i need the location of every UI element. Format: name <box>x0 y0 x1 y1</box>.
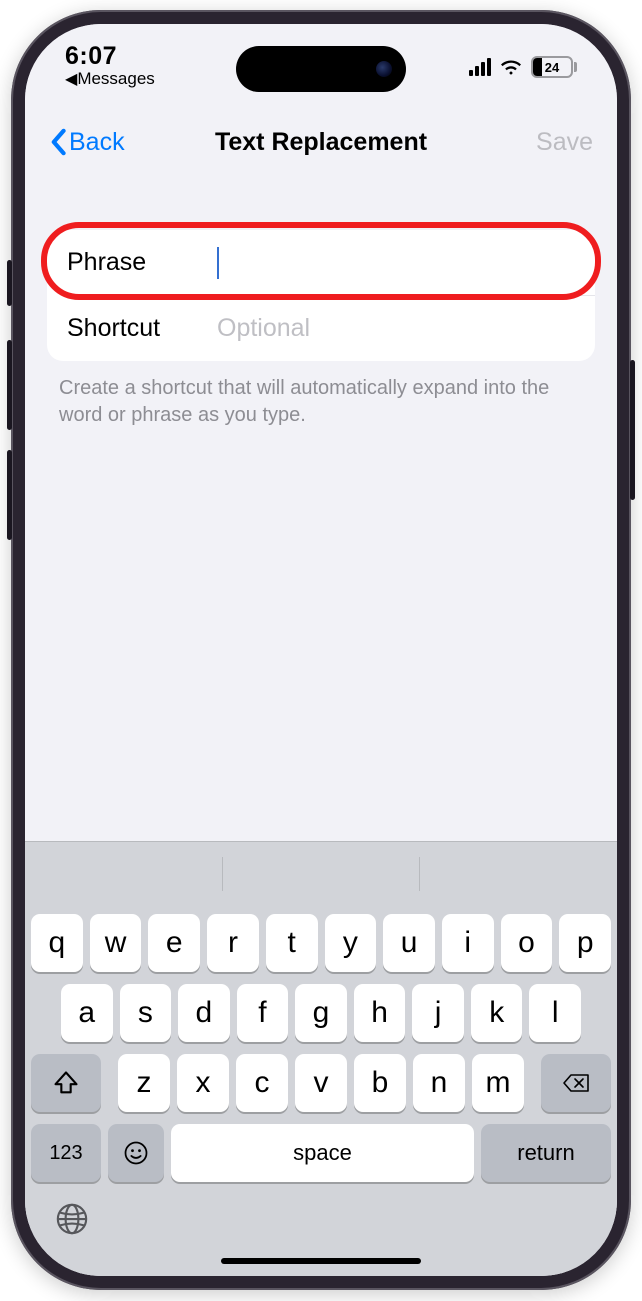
globe-key[interactable] <box>55 1202 89 1236</box>
shortcut-input[interactable] <box>217 314 575 343</box>
volume-down-button <box>7 450 12 540</box>
bottom-dock <box>25 1196 617 1276</box>
chevron-left-icon: ◀︎ <box>65 69 77 89</box>
key-l[interactable]: l <box>529 984 581 1042</box>
battery-icon: 24 <box>531 56 577 78</box>
cellular-icon <box>469 58 491 76</box>
key-j[interactable]: j <box>412 984 464 1042</box>
backspace-icon <box>562 1069 590 1097</box>
back-to-app[interactable]: ◀︎ Messages <box>65 69 155 89</box>
text-cursor <box>217 247 219 279</box>
form-card: Phrase Shortcut <box>47 230 595 361</box>
phrase-input[interactable] <box>217 248 575 277</box>
side-button <box>7 260 12 306</box>
shift-key[interactable] <box>31 1054 101 1112</box>
back-button[interactable]: Back <box>49 128 125 157</box>
wifi-icon <box>499 58 523 76</box>
emoji-icon <box>122 1139 150 1167</box>
key-q[interactable]: q <box>31 914 83 972</box>
key-s[interactable]: s <box>120 984 172 1042</box>
key-f[interactable]: f <box>237 984 289 1042</box>
key-r[interactable]: r <box>207 914 259 972</box>
key-k[interactable]: k <box>471 984 523 1042</box>
key-e[interactable]: e <box>148 914 200 972</box>
backspace-key[interactable] <box>541 1054 611 1112</box>
volume-up-button <box>7 340 12 430</box>
emoji-key[interactable] <box>108 1124 164 1182</box>
globe-icon <box>55 1202 89 1236</box>
page-title: Text Replacement <box>215 128 427 157</box>
key-n[interactable]: n <box>413 1054 465 1112</box>
content-area: Phrase Shortcut Create a shortcut that w… <box>25 170 617 841</box>
key-w[interactable]: w <box>90 914 142 972</box>
chevron-left-icon <box>49 128 67 156</box>
key-b[interactable]: b <box>354 1054 406 1112</box>
numbers-key[interactable]: 123 <box>31 1124 101 1182</box>
key-d[interactable]: d <box>178 984 230 1042</box>
battery-percent: 24 <box>533 58 571 76</box>
keyboard: qwertyuiop asdfghjkl zxcvbnm 123 <box>25 841 617 1276</box>
back-to-app-label: Messages <box>77 69 154 89</box>
space-key[interactable]: space <box>171 1124 474 1182</box>
shortcut-row[interactable]: Shortcut <box>47 296 595 361</box>
suggestion-bar[interactable] <box>25 842 617 906</box>
return-key[interactable]: return <box>481 1124 611 1182</box>
dynamic-island <box>236 46 406 92</box>
key-h[interactable]: h <box>354 984 406 1042</box>
key-y[interactable]: y <box>325 914 377 972</box>
key-x[interactable]: x <box>177 1054 229 1112</box>
key-u[interactable]: u <box>383 914 435 972</box>
key-m[interactable]: m <box>472 1054 524 1112</box>
help-text: Create a shortcut that will automaticall… <box>59 375 583 429</box>
screen: 6:07 ◀︎ Messages 24 <box>25 24 617 1276</box>
status-time: 6:07 <box>65 42 155 71</box>
iphone-frame: 6:07 ◀︎ Messages 24 <box>11 10 631 1290</box>
key-p[interactable]: p <box>559 914 611 972</box>
home-indicator[interactable] <box>221 1258 421 1264</box>
key-o[interactable]: o <box>501 914 553 972</box>
camera-lens <box>376 61 392 77</box>
phrase-row[interactable]: Phrase <box>47 230 595 295</box>
nav-bar: Back Text Replacement Save <box>25 114 617 170</box>
back-label: Back <box>69 128 125 157</box>
key-g[interactable]: g <box>295 984 347 1042</box>
key-v[interactable]: v <box>295 1054 347 1112</box>
shift-icon <box>52 1069 80 1097</box>
key-z[interactable]: z <box>118 1054 170 1112</box>
key-c[interactable]: c <box>236 1054 288 1112</box>
save-button[interactable]: Save <box>536 128 593 157</box>
key-i[interactable]: i <box>442 914 494 972</box>
key-t[interactable]: t <box>266 914 318 972</box>
phrase-label: Phrase <box>67 248 217 277</box>
power-button <box>630 360 635 500</box>
shortcut-label: Shortcut <box>67 314 217 343</box>
key-a[interactable]: a <box>61 984 113 1042</box>
